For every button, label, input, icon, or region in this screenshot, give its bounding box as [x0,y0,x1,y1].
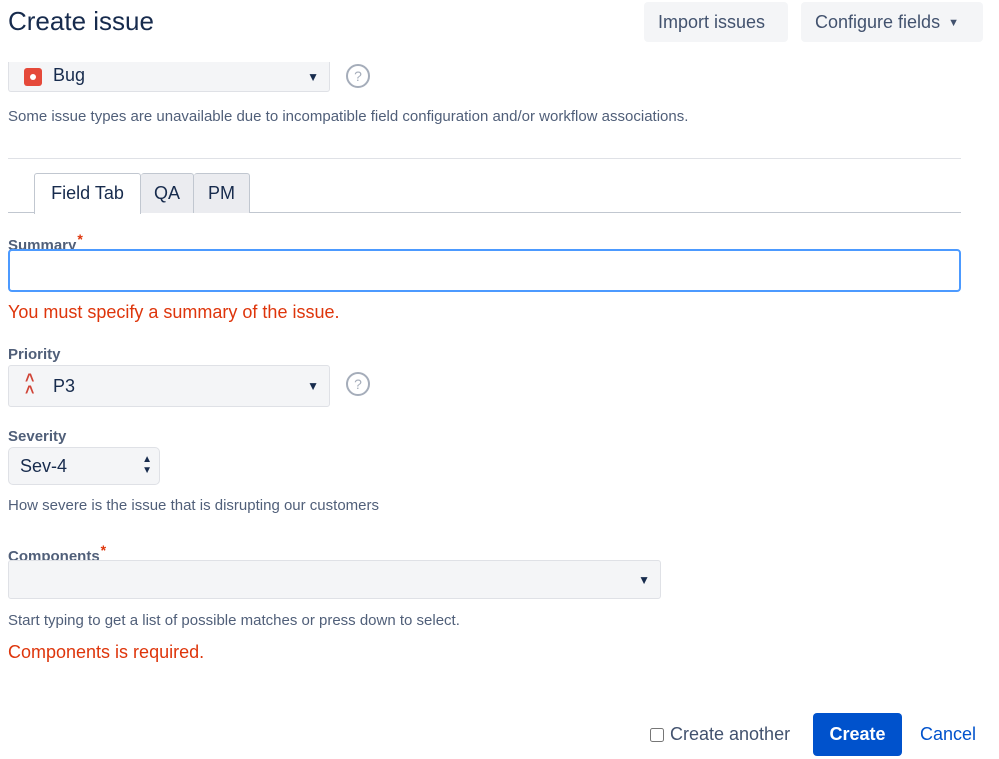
severity-description: How severe is the issue that is disrupti… [8,497,379,514]
required-marker: * [100,542,107,558]
help-icon[interactable]: ? [346,64,370,88]
updown-icon: ▲ ▼ [142,454,152,476]
tab-qa[interactable]: QA [141,173,194,213]
tab-pm[interactable]: PM [194,173,250,213]
issue-type-note: Some issue types are unavailable due to … [8,108,689,125]
bug-icon [24,68,42,86]
create-another-control[interactable]: Create another [650,724,790,745]
chevron-down-icon: ▼ [638,572,650,587]
severity-select[interactable]: Sev-4 ▲ ▼ [8,447,160,485]
chevron-down-icon: ▼ [307,69,319,84]
create-another-checkbox[interactable] [650,727,664,742]
summary-error: You must specify a summary of the issue. [8,302,340,322]
configure-fields-label: Configure fields [815,12,941,32]
components-select[interactable]: ▼ [8,560,661,599]
priority-high-icon: ˄ ˄ [25,370,35,399]
issue-type-select[interactable]: Bug ▼ [8,62,330,92]
chevron-down-icon: ▼ [948,17,959,29]
chevron-down-icon: ▼ [307,379,319,393]
cancel-link[interactable]: Cancel [920,724,976,745]
import-issues-button[interactable]: Import issues [644,2,788,42]
dialog-title: Create issue [8,6,154,36]
severity-label: Severity [8,428,67,445]
help-icon[interactable]: ? [346,372,370,396]
priority-label: Priority [8,346,61,363]
severity-value: Sev-4 [20,456,68,476]
required-marker: * [77,231,83,247]
create-button[interactable]: Create [813,713,902,756]
components-hint: Start typing to get a list of possible m… [8,612,460,629]
issue-type-value: Bug [53,65,86,85]
configure-fields-button[interactable]: Configure fields ▼ [801,2,983,42]
clipped-field-label [8,688,138,693]
create-another-label: Create another [670,724,791,744]
divider [8,158,961,159]
tab-field-tab[interactable]: Field Tab [34,173,141,214]
import-issues-label: Import issues [658,12,766,32]
priority-select[interactable]: ˄ ˄ P3 ▼ [8,365,330,407]
components-error: Components is required. [8,642,205,662]
summary-input[interactable] [8,249,961,292]
priority-value: P3 [53,376,76,396]
